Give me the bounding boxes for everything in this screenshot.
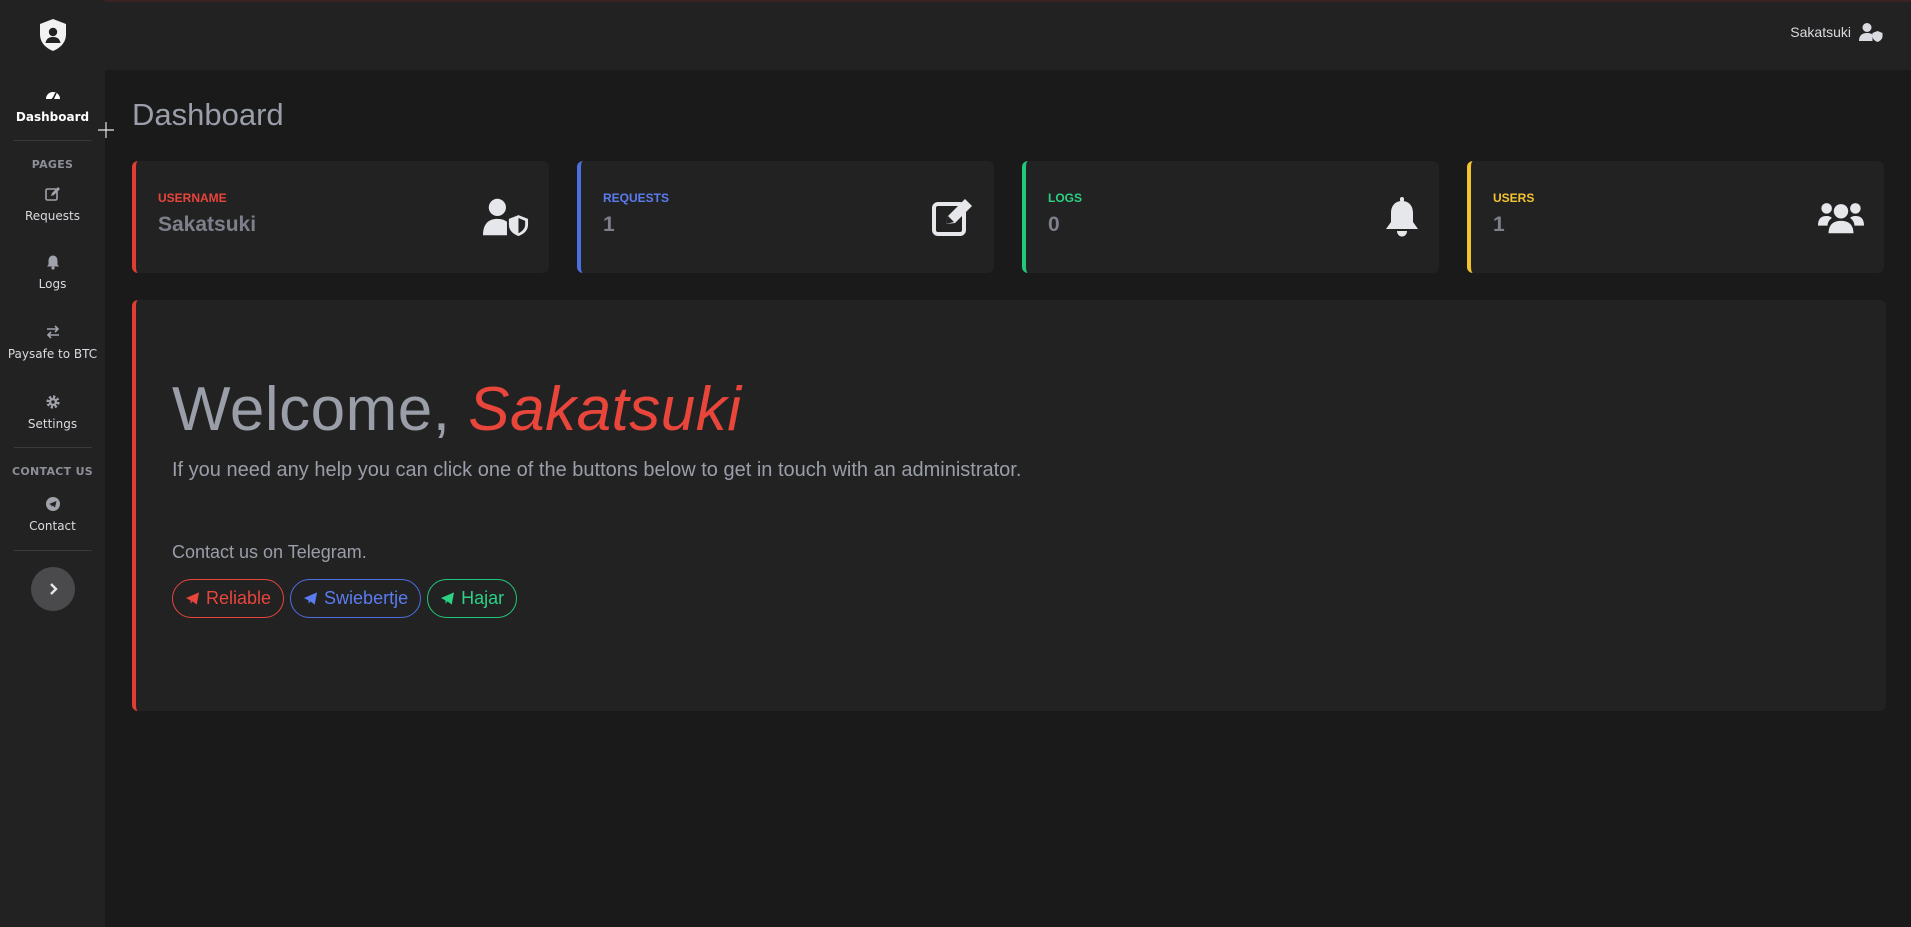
bell-icon — [1373, 197, 1419, 237]
telegram-reliable-button[interactable]: Reliable — [172, 579, 285, 618]
sidebar-item-label: Dashboard — [15, 110, 90, 124]
sidebar-heading-wrap: PAGES — [32, 141, 74, 171]
brand-logo[interactable] — [0, 0, 105, 70]
gauge-icon — [44, 86, 62, 104]
bell-icon — [44, 253, 62, 271]
chevron-right-icon — [49, 583, 58, 595]
sidebar-heading-wrap: CONTACT US — [12, 448, 93, 478]
welcome-greeting: Welcome, — [172, 375, 451, 444]
welcome-subtitle: If you need any help you can click one o… — [172, 459, 1022, 481]
telegram-hajar-button[interactable]: Hajar — [427, 579, 518, 618]
sidebar-item-label: Paysafe to BTC — [7, 347, 98, 361]
sidebar: Dashboard PAGES Requests Logs Paysafe to… — [0, 0, 105, 927]
page-title: Dashboard — [132, 97, 284, 132]
sidebar-divider — [13, 550, 92, 551]
main-content: Dashboard USERNAME Sakatsuki REQUESTS 1 — [132, 70, 1886, 711]
gear-icon — [44, 393, 62, 411]
telegram-icon — [303, 592, 318, 605]
button-label: Swiebertje — [324, 588, 409, 608]
sidebar-item-label: Settings — [27, 417, 78, 431]
sidebar-item-label: Contact — [29, 519, 76, 533]
users-icon — [1818, 197, 1864, 237]
sidebar-item-logs[interactable]: Logs — [0, 237, 105, 307]
button-label: Hajar — [461, 588, 505, 608]
contact-note: Contact us on Telegram. — [172, 542, 367, 562]
sidebar-item-settings[interactable]: Settings — [0, 377, 105, 447]
stat-cards: USERNAME Sakatsuki REQUESTS 1 LOGS 0 USE… — [132, 161, 1886, 273]
sidebar-heading-contact: CONTACT US — [11, 465, 94, 478]
button-label: Reliable — [206, 588, 272, 608]
sidebar-item-label: Logs — [38, 277, 67, 291]
stat-card-logs: LOGS 0 — [1022, 161, 1439, 273]
sidebar-item-requests[interactable]: Requests — [0, 171, 105, 237]
topbar: Sakatsuki — [105, 0, 1911, 70]
sidebar-toggle-button[interactable] — [30, 567, 75, 611]
shield-user-icon — [39, 19, 66, 51]
user-shield-icon — [1859, 23, 1883, 42]
user-menu[interactable]: Sakatsuki — [1790, 22, 1883, 42]
crosshair-cursor-icon — [98, 122, 114, 138]
exchange-icon — [44, 323, 62, 341]
telegram-button-row: Reliable Swiebertje Hajar — [172, 579, 1886, 618]
sidebar-heading-pages: PAGES — [31, 158, 74, 171]
stat-card-users: USERS 1 — [1467, 161, 1884, 273]
telegram-icon — [441, 592, 455, 605]
sidebar-item-paysafe-to-btc[interactable]: Paysafe to BTC — [0, 307, 105, 377]
welcome-panel: Welcome, Sakatsuki If you need any help … — [132, 300, 1886, 711]
edit-icon — [44, 185, 62, 203]
stat-card-requests: REQUESTS 1 — [577, 161, 994, 273]
topbar-username: Sakatsuki — [1790, 24, 1851, 40]
welcome-heading: Welcome, Sakatsuki — [172, 374, 1886, 445]
sidebar-item-contact[interactable]: Contact — [0, 478, 105, 550]
sidebar-item-dashboard[interactable]: Dashboard — [0, 70, 105, 140]
welcome-username: Sakatsuki — [468, 375, 742, 444]
telegram-swiebertje-button[interactable]: Swiebertje — [290, 579, 422, 618]
telegram-icon — [44, 495, 62, 513]
sidebar-item-label: Requests — [25, 209, 80, 223]
user-shield-icon — [483, 197, 529, 237]
edit-icon — [928, 197, 974, 237]
telegram-icon — [185, 592, 200, 605]
stat-card-username: USERNAME Sakatsuki — [132, 161, 549, 273]
